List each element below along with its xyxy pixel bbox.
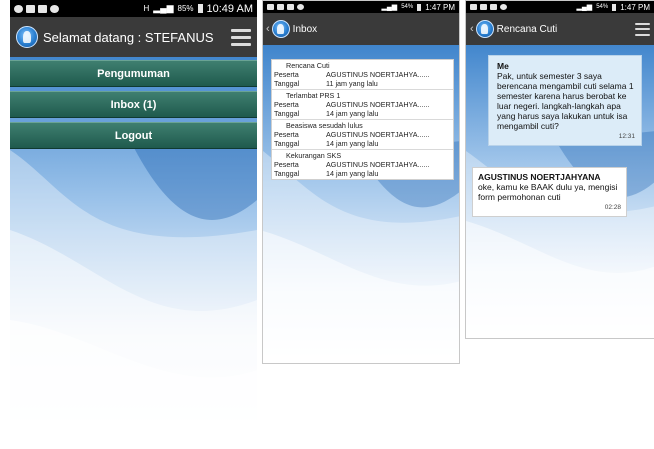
- message-sender: AGUSTINUS NOERTJAHYANA: [478, 172, 601, 182]
- field-label: Tanggal: [274, 79, 300, 88]
- wave-background: [263, 1, 459, 363]
- list-item[interactable]: Kekurangan SKS Peserta AGUSTINUS NOERTJAH…: [272, 150, 453, 179]
- message-subject: Terlambat PRS 1: [286, 91, 341, 100]
- page-title: Selamat datang : STEFANUS: [43, 29, 214, 45]
- message-text: oke, kamu ke BAAK dulu ya, mengisi form …: [478, 182, 618, 202]
- message-date: 14 jam yang lalu: [326, 169, 379, 178]
- page-title: Inbox: [292, 23, 318, 35]
- battery-icon: [417, 3, 422, 11]
- back-icon[interactable]: ‹: [470, 23, 474, 35]
- network-type: H: [143, 4, 150, 13]
- phone-chat-screen: ▂▄▆ 54% 1:47 PM ‹ Rencana Cuti Me Pak, u…: [465, 0, 654, 339]
- pengumuman-button[interactable]: Pengumuman: [10, 60, 257, 87]
- battery-percent: 54%: [596, 4, 609, 10]
- notification-icon: [26, 4, 35, 13]
- app-title-bar: Selamat datang : STEFANUS: [10, 17, 257, 57]
- notification-icon: [14, 4, 23, 13]
- app-logo-icon: [16, 26, 38, 48]
- notification-icon: [297, 4, 304, 10]
- field-label: Tanggal: [274, 169, 300, 178]
- status-time: 10:49 AM: [206, 2, 253, 15]
- message-bubble-other: AGUSTINUS NOERTJAHYANA oke, kamu ke BAAK…: [472, 167, 627, 217]
- message-subject: Kekurangan SKS: [286, 151, 342, 160]
- participant-name: AGUSTINUS NOERTJAHYA......: [326, 160, 430, 169]
- menu-icon[interactable]: [231, 28, 251, 46]
- field-label: Peserta: [274, 130, 299, 139]
- notification-icon: [267, 4, 274, 10]
- notification-icon: [490, 4, 497, 10]
- inbox-button[interactable]: Inbox (1): [10, 91, 257, 118]
- notification-icon: [470, 4, 477, 10]
- field-label: Peserta: [274, 100, 299, 109]
- status-bar: ▂▄▆ 54% 1:47 PM: [263, 1, 459, 13]
- message-time: 02:28: [604, 204, 621, 211]
- list-item[interactable]: Rencana Cuti Peserta AGUSTINUS NOERTJAHYA…: [272, 60, 453, 90]
- notification-icon: [50, 4, 59, 13]
- list-item[interactable]: Terlambat PRS 1 Peserta AGUSTINUS NOERTJA…: [272, 90, 453, 120]
- message-icon: [480, 4, 487, 10]
- message-date: 14 jam yang lalu: [326, 109, 379, 118]
- battery-icon: [612, 3, 617, 11]
- menu-icon[interactable]: [635, 22, 650, 36]
- status-bar: ▂▄▆ 54% 1:47 PM: [466, 1, 654, 13]
- field-label: Tanggal: [274, 139, 300, 148]
- battery-percent: 85%: [177, 4, 194, 13]
- page-title: Rencana Cuti: [496, 23, 558, 35]
- field-label: Peserta: [274, 160, 299, 169]
- app-title-bar: ‹ Rencana Cuti: [466, 13, 654, 45]
- notification-icon: [287, 4, 294, 10]
- app-logo-icon: [271, 20, 290, 38]
- inbox-list: Rencana Cuti Peserta AGUSTINUS NOERTJAHYA…: [271, 59, 454, 180]
- message-icon: [38, 4, 47, 13]
- message-date: 14 jam yang lalu: [326, 139, 379, 148]
- logout-button[interactable]: Logout: [10, 122, 257, 149]
- message-subject: Rencana Cuti: [286, 61, 330, 70]
- phone-inbox-screen: ▂▄▆ 54% 1:47 PM ‹ Inbox Rencana Cuti Pes…: [262, 0, 460, 364]
- phone-home-screen: H ▂▄▆ 85% 10:49 AM Selamat datang : STEF…: [10, 0, 257, 449]
- participant-name: AGUSTINUS NOERTJAHYA......: [326, 70, 430, 79]
- message-sender: Me: [497, 61, 509, 71]
- participant-name: AGUSTINUS NOERTJAHYA......: [326, 100, 430, 109]
- battery-icon: [197, 4, 203, 13]
- message-bubble-me: Me Pak, untuk semester 3 saya berencana …: [488, 55, 642, 146]
- message-text: Pak, untuk semester 3 saya berencana men…: [497, 71, 634, 131]
- app-logo-icon: [475, 20, 494, 38]
- message-date: 11 jam yang lalu: [326, 79, 378, 88]
- signal-icon: ▂▄▆: [153, 3, 174, 13]
- status-time: 1:47 PM: [425, 2, 455, 12]
- back-icon[interactable]: ‹: [266, 23, 270, 35]
- signal-icon: ▂▄▆: [381, 4, 398, 11]
- battery-percent: 54%: [401, 4, 414, 10]
- status-bar: H ▂▄▆ 85% 10:49 AM: [10, 0, 257, 17]
- field-label: Peserta: [274, 70, 299, 79]
- message-icon: [277, 4, 284, 10]
- status-time: 1:47 PM: [620, 2, 650, 12]
- participant-name: AGUSTINUS NOERTJAHYA......: [326, 130, 430, 139]
- message-time: 12:31: [618, 133, 635, 140]
- notification-icon: [500, 4, 507, 10]
- field-label: Tanggal: [274, 109, 300, 118]
- signal-icon: ▂▄▆: [576, 4, 593, 11]
- app-title-bar: ‹ Inbox: [263, 13, 459, 45]
- message-subject: Beasiswa sesudah lulus: [286, 121, 363, 130]
- list-item[interactable]: Beasiswa sesudah lulus Peserta AGUSTINUS …: [272, 120, 453, 150]
